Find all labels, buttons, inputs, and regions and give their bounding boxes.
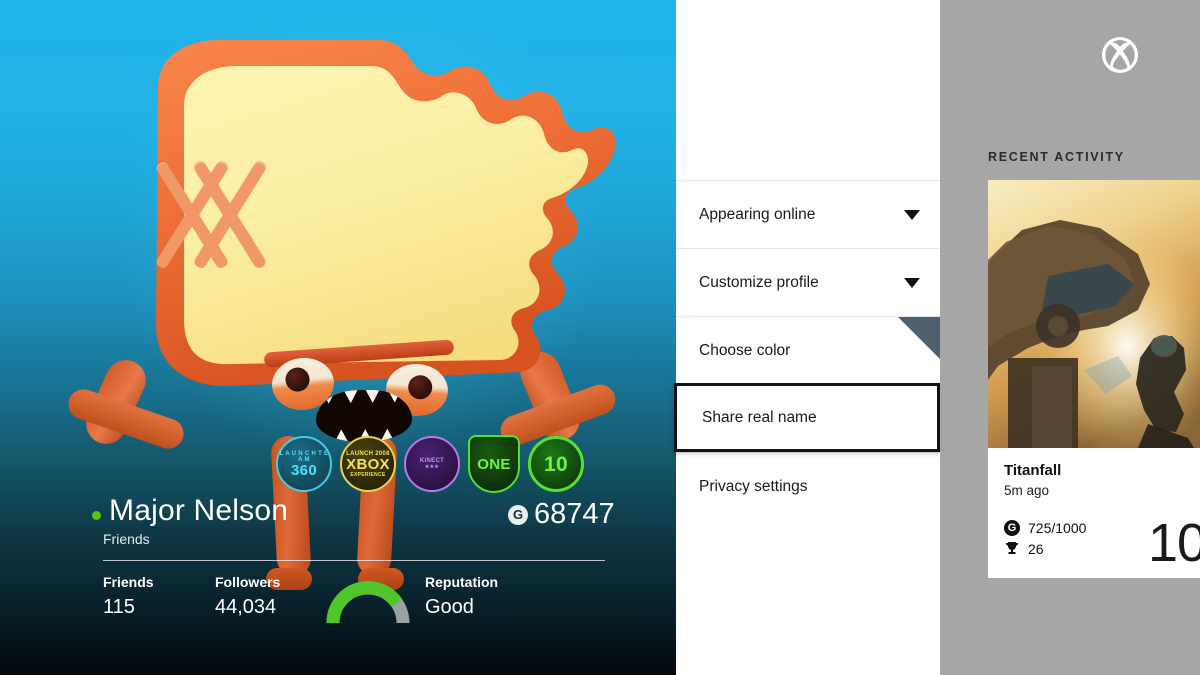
relationship-label: Friends [103,531,150,547]
chevron-down-icon [904,277,920,288]
stat-friends-value: 115 [103,596,135,618]
titanfall-art-illustration [988,180,1200,448]
menu-item-label: Privacy settings [699,477,808,495]
new-xbox-experience-badge[interactable]: LAUNCH 2008 XBOX EXPERIENCE [340,436,396,492]
titanfall-artwork [988,180,1200,448]
badge-line2: ONE [477,455,511,473]
activity-big-number: 100 [1148,513,1200,573]
stat-followers[interactable]: Followers 44,034 [215,574,280,619]
badge-line2: XBOX [346,455,390,473]
stat-followers-value: 44,034 [215,596,277,618]
menu-items-bottom: Privacy settings [676,452,940,520]
badge-line3: EXPERIENCE [350,471,386,478]
kinect-launch-team-badge[interactable]: KINECT ★★★ [404,436,460,492]
menu-header-space [676,0,940,180]
profile-stats: Friends 115 Followers 44,034 Reputation … [103,574,623,634]
activity-achievements-value: 26 [1028,541,1044,557]
activity-gamerscore-value: 725/1000 [1028,520,1087,536]
xbox-dashboard: L A U N C H T E A M 360 LAUNCH 2008 XBOX… [0,0,1200,675]
avatar-left-pupil [284,366,311,393]
profile-context-menu: Appearing online Customize profile Choos… [674,0,940,675]
menu-item-choose-color[interactable]: Choose color [676,316,940,384]
chevron-down-icon [904,209,920,220]
badge-row: L A U N C H T E A M 360 LAUNCH 2008 XBOX… [276,435,584,493]
menu-items-top: Appearing online Customize profile Choos… [676,180,940,384]
avatar-right-pupil [407,374,434,401]
badge-line1: L A U N C H T E A M [279,450,329,463]
badge-line2: 10 [544,452,568,476]
gamertag: Major Nelson [109,494,289,527]
activity-title: Titanfall [1004,462,1062,479]
gamerscore-block: G 68747 [508,498,615,531]
xbox-one-launch-team-badge[interactable]: ONE [468,435,520,493]
stat-reputation-value: Good [425,596,474,618]
menu-item-share-real-name[interactable]: Share real name [674,383,940,452]
xbox-360-launch-team-badge[interactable]: L A U N C H T E A M 360 [276,436,332,492]
recent-activity-heading: RECENT ACTIVITY [988,150,1125,164]
xbox-logo-icon [1101,36,1139,74]
gamerscore-value: 68747 [534,498,615,530]
profile-divider [103,560,605,561]
badge-line2: 360 [291,461,317,479]
trophy-icon [1006,542,1018,554]
profile-stage: L A U N C H T E A M 360 LAUNCH 2008 XBOX… [0,0,676,675]
menu-item-label: Share real name [702,408,817,426]
menu-item-customize-profile[interactable]: Customize profile [676,248,940,316]
stat-reputation-label: Reputation [425,574,499,590]
xbox-10-year-badge[interactable]: 10 [528,436,584,492]
activity-timestamp: 5m ago [1004,483,1050,498]
menu-item-label: Appearing online [699,205,816,223]
stat-reputation[interactable]: Reputation Good [425,574,498,619]
menu-item-label: Customize profile [699,273,819,291]
menu-item-label: Choose color [699,341,791,359]
stat-friends-label: Friends [103,574,154,590]
reputation-gauge-icon [326,581,410,624]
online-status-dot [92,511,101,520]
menu-item-appearing-online[interactable]: Appearing online [676,180,940,248]
gamerscore-icon: G [508,504,528,525]
menu-item-privacy-settings[interactable]: Privacy settings [676,452,940,520]
gamerscore-icon: G [1004,520,1020,536]
badge-line2: ★★★ [424,464,440,470]
stat-friends[interactable]: Friends 115 [103,574,154,619]
color-swatch-flag-icon [898,317,940,359]
stat-followers-label: Followers [215,574,281,590]
